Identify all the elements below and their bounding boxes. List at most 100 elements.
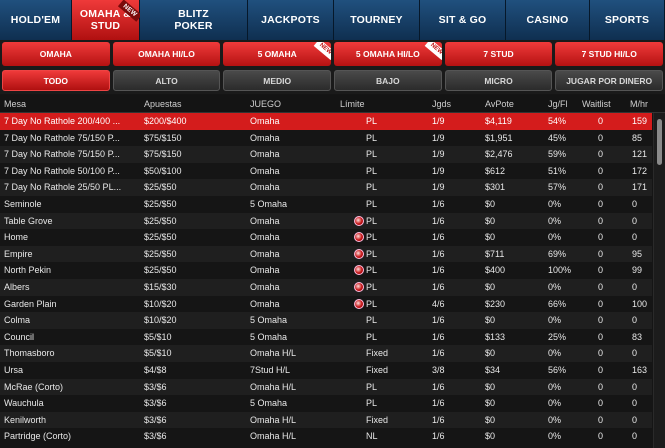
filter-tab-medio[interactable]: MEDIO — [223, 70, 332, 91]
cell-limite: PL — [366, 282, 378, 292]
nav-tab-label: SPORTS — [604, 14, 650, 26]
scrollbar-thumb[interactable] — [657, 119, 662, 165]
cell-jgfl: 51% — [548, 165, 567, 176]
column-header-waitlist[interactable]: Waitlist — [582, 95, 630, 113]
nav-tab-label: BLITZ POKER — [174, 8, 213, 32]
table-row[interactable]: Empire $25/$50 Omaha PL 1/6 $711 69% 0 95 — [0, 245, 652, 263]
table-status-icon — [354, 232, 364, 243]
column-header-limite[interactable]: Límite — [340, 95, 400, 113]
cell-apuestas: $3/$6 — [144, 398, 167, 409]
filter-tab-alto[interactable]: ALTO — [112, 70, 221, 91]
cell-apuestas: $3/$6 — [144, 414, 167, 425]
cell-mesa: North Pekin — [4, 265, 52, 276]
filter-tab-label: MICRO — [484, 75, 513, 86]
table-row[interactable]: Table Grove $25/$50 Omaha PL 1/6 $0 0% 0 0 — [0, 212, 652, 230]
filter-tab-bajo[interactable]: BAJO — [334, 70, 442, 91]
cell-avpote: $0 — [485, 199, 496, 209]
column-header-juego[interactable]: JUEGO — [250, 95, 340, 113]
cell-mhr: 99 — [632, 265, 643, 276]
filter-tab-label: MEDIO — [263, 75, 292, 86]
table-row[interactable]: Kenilworth $3/$6 Omaha H/L Fixed 1/6 $0 0% 0 0 — [0, 411, 652, 429]
nav-tab-tourney[interactable]: TOURNEY — [334, 0, 420, 40]
table-row[interactable]: 7 Day No Rathole 25/50 PL... $25/$50 Omaha… — [0, 179, 652, 196]
cell-jgfl: 66% — [548, 298, 567, 309]
game-tab-label: OMAHA — [39, 49, 72, 59]
column-header-mesa[interactable]: Mesa — [4, 95, 140, 113]
game-tab-label: 5 OMAHA HI/LO — [355, 49, 420, 59]
table-row[interactable]: Colma $10/$20 5 Omaha PL 1/6 $0 0% 0 0 — [0, 312, 652, 329]
table-row[interactable]: 7 Day No Rathole 75/150 P... $75/$150 Omah… — [0, 146, 652, 163]
table-row[interactable]: Partridge (Corto) $3/$6 Omaha H/L NL 1/6 $0 0%… — [0, 428, 652, 445]
table-header: Mesa Apuestas JUEGO Límite Jgds AvPote J… — [0, 95, 665, 113]
table-row[interactable]: Thomasboro $5/$10 Omaha H/L Fixed 1/6 $0 0% 0 0 — [0, 345, 652, 362]
cell-apuestas: $75/$150 — [144, 132, 182, 143]
table-row[interactable]: 7 Day No Rathole 75/150 P... $75/$150 Omah… — [0, 129, 652, 147]
cell-limite: PL — [366, 165, 378, 176]
table-row[interactable]: McRae (Corto) $3/$6 Omaha H/L PL 1/6 $0 0% 0 0 — [0, 378, 652, 396]
table-row[interactable]: 7 Day No Rathole 200/400 ... $200/$400 Oma… — [0, 113, 652, 130]
nav-tab-sit-go[interactable]: SIT & GO — [420, 0, 506, 40]
cell-mhr: 0 — [632, 315, 638, 326]
column-header-apuestas[interactable]: Apuestas — [144, 95, 244, 113]
cell-mesa: Colma — [4, 315, 31, 326]
cell-jgds: 1/6 — [432, 248, 445, 259]
cell-mhr: 0 — [632, 282, 638, 292]
cell-juego: Omaha H/L — [250, 414, 297, 425]
cell-mesa: Garden Plain — [4, 298, 57, 309]
cell-limite: PL — [366, 298, 378, 309]
table-row[interactable]: Ursa $4/$8 7Stud H/L Fixed 3/8 $34 56% 0 163 — [0, 362, 652, 379]
column-header-jgds[interactable]: Jgds — [432, 95, 472, 113]
cell-avpote: $0 — [485, 381, 496, 392]
filter-tab-micro[interactable]: MICRO — [444, 70, 553, 91]
filter-tab-label: JUGAR POR DINERO — [566, 75, 653, 86]
cell-limite: PL — [366, 215, 378, 226]
table-status-icon — [354, 298, 364, 309]
game-tab-7-stud[interactable]: 7 STUD — [444, 42, 553, 66]
game-tab-omaha[interactable]: OMAHA — [2, 42, 110, 66]
column-header-mhr[interactable]: M/hr — [630, 95, 660, 113]
table-row[interactable]: Albers $15/$30 Omaha PL 1/6 $0 0% 0 0 — [0, 279, 652, 296]
game-type-tabs: OMAHA OMAHA HI/LO 5 OMAHA NEW 5 OMAHA HI/LO N… — [0, 40, 665, 68]
cell-apuestas: $50/$100 — [144, 165, 182, 176]
cell-mhr: 0 — [632, 232, 638, 243]
nav-tab-blitz-poker[interactable]: BLITZ POKER — [140, 0, 248, 40]
vertical-scrollbar[interactable] — [653, 113, 665, 448]
cell-juego: Omaha H/L — [250, 431, 297, 442]
nav-tab-hold-em[interactable]: HOLD'EM — [0, 0, 72, 40]
table-row[interactable]: 7 Day No Rathole 50/100 P... $50/$100 Omah… — [0, 162, 652, 180]
game-tab-7-stud-hi-lo[interactable]: 7 STUD HI/LO — [555, 42, 664, 66]
game-tab-label: 7 STUD HI/LO — [581, 49, 637, 59]
nav-tab-casino[interactable]: CASINO — [506, 0, 590, 40]
cell-mhr: 95 — [632, 248, 643, 259]
cell-jgfl: 0% — [548, 348, 562, 359]
table-row[interactable]: Garden Plain $10/$20 Omaha PL 4/6 $230 66% 0 100 — [0, 295, 652, 313]
table-row[interactable]: Seminole $25/$50 5 Omaha PL 1/6 $0 0% 0 0 — [0, 196, 652, 213]
cell-jgfl: 59% — [548, 149, 567, 160]
table-row[interactable]: North Pekin $25/$50 Omaha PL 1/6 $400 100% 0 99 — [0, 262, 652, 279]
nav-tab-sports[interactable]: SPORTS — [590, 0, 665, 40]
table-row[interactable]: Wauchula $3/$6 5 Omaha PL 1/6 $0 0% 0 0 — [0, 395, 652, 412]
nav-tab-omaha-stud[interactable]: OMAHA & STUD NEW — [72, 0, 143, 40]
cell-apuestas: $200/$400 — [144, 116, 187, 126]
cell-mesa: Wauchula — [4, 398, 44, 409]
filter-tab-todo[interactable]: TODO — [2, 70, 110, 91]
cell-jgfl: 0% — [548, 215, 562, 226]
cell-mhr: 172 — [632, 165, 648, 176]
column-header-avpote[interactable]: AvPote — [485, 95, 545, 113]
table-status-icon — [354, 215, 364, 226]
cell-juego: 7Stud H/L — [250, 365, 291, 375]
cell-jgfl: 0% — [548, 381, 562, 392]
cell-jgds: 1/6 — [432, 199, 445, 209]
game-tab-5-omaha-hi-lo[interactable]: 5 OMAHA HI/LO NEW — [334, 42, 442, 66]
cell-juego: Omaha — [250, 265, 280, 276]
filter-tab-label: BAJO — [376, 75, 400, 86]
table-row[interactable]: Home $25/$50 Omaha PL 1/6 $0 0% 0 0 — [0, 229, 652, 246]
game-tab-omaha-hi-lo[interactable]: OMAHA HI/LO — [112, 42, 221, 66]
nav-tab-jackpots[interactable]: JACKPOTS — [248, 0, 334, 40]
cell-mhr: 100 — [632, 298, 648, 309]
cell-avpote: $0 — [485, 398, 496, 409]
cell-jgfl: 0% — [548, 199, 562, 209]
filter-tab-jugar-por-dinero[interactable]: JUGAR POR DINERO — [555, 70, 664, 91]
table-row[interactable]: Council $5/$10 5 Omaha PL 1/6 $133 25% 0 83 — [0, 328, 652, 346]
game-tab-5-omaha[interactable]: 5 OMAHA NEW — [223, 42, 332, 66]
